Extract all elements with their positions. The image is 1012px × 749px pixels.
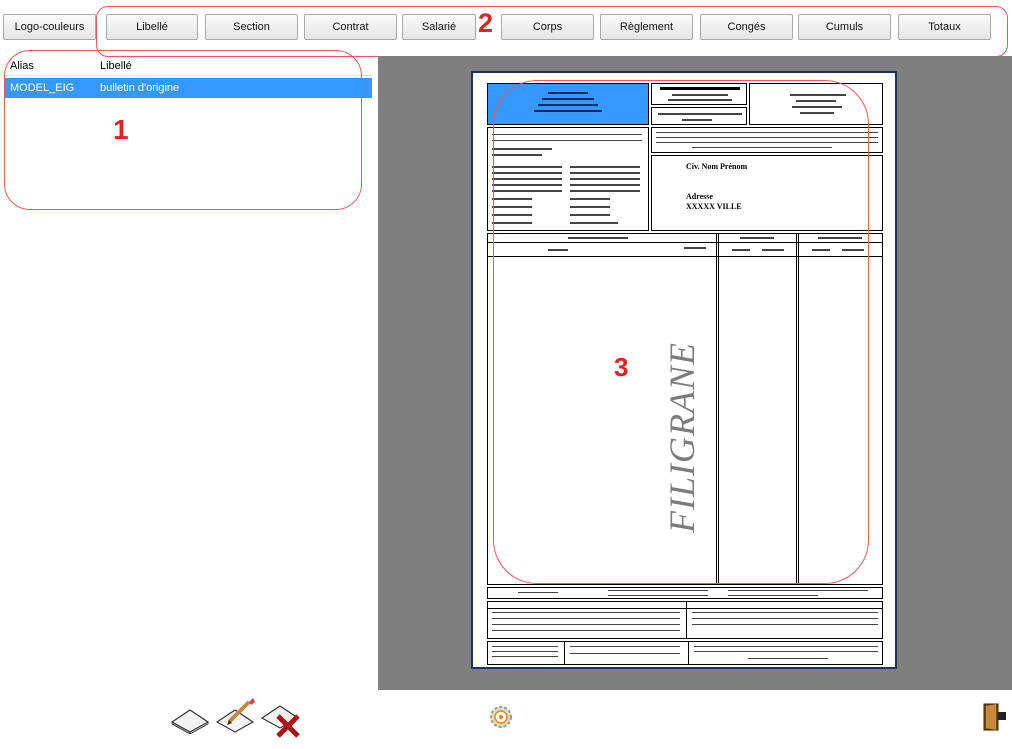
totals-block <box>487 601 883 639</box>
annotation-number-2: 2 <box>478 8 494 38</box>
edit-document-icon[interactable] <box>215 696 257 734</box>
settings-gear-icon[interactable] <box>488 704 514 730</box>
new-document-icon[interactable] <box>170 704 210 734</box>
delete-document-icon[interactable] <box>260 696 304 738</box>
exit-door-icon[interactable] <box>982 702 1008 732</box>
annotation-number-3: 3 <box>614 352 629 382</box>
annotation-frame-list <box>4 50 362 210</box>
payment-block <box>487 587 883 599</box>
annotation-frame-preview <box>493 80 869 584</box>
cumuls-block <box>487 641 883 665</box>
logo-couleurs-button[interactable]: Logo-couleurs <box>3 14 96 40</box>
annotation-number-1: 1 <box>113 114 129 145</box>
bottom-bar <box>0 690 1012 749</box>
